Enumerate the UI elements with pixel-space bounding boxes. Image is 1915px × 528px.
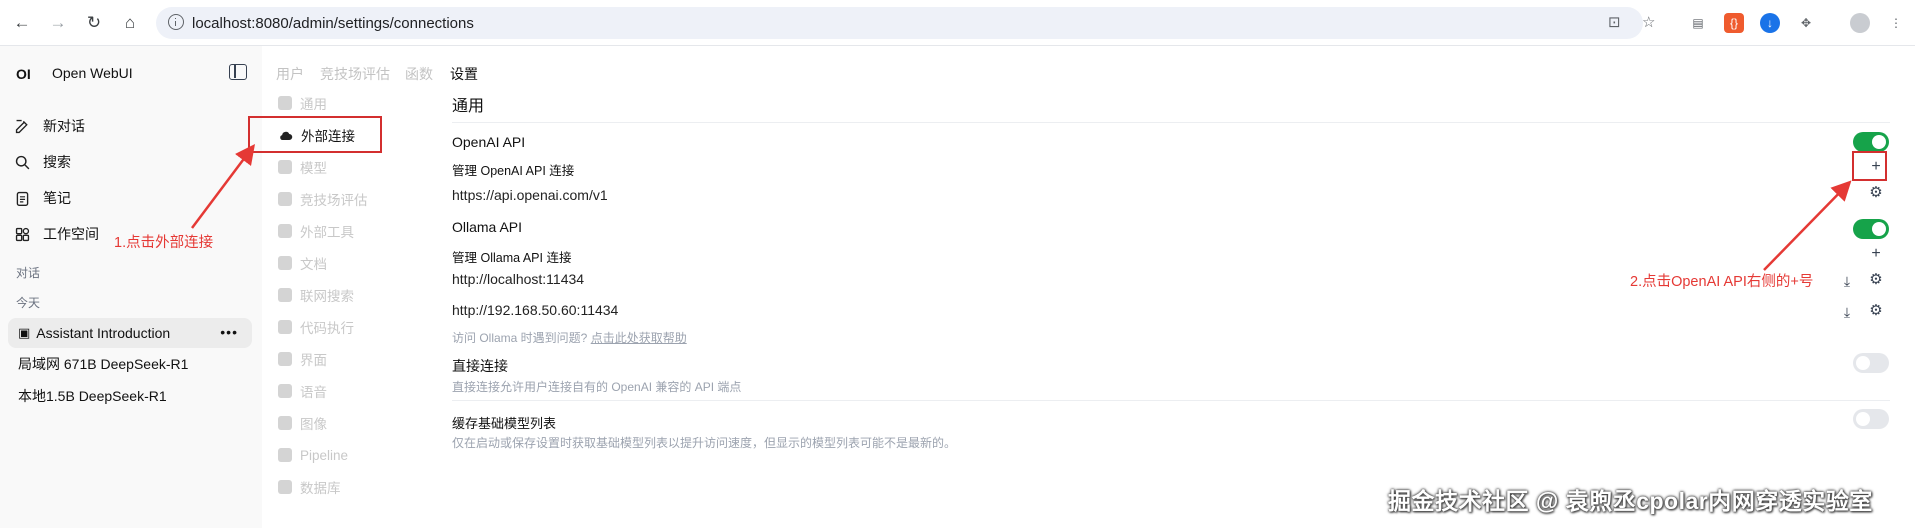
annotation-step-1: 1.点击外部连接 bbox=[114, 235, 214, 251]
arrow-to-connections bbox=[191, 144, 255, 229]
watermark: 掘金技术社区 @ 袁煦丞cpolar内网穿透实验室 bbox=[1388, 488, 1873, 514]
arrow-to-add-button bbox=[1763, 180, 1852, 271]
annotation-arrows bbox=[191, 144, 1852, 271]
annotation-step-2: 2.点击OpenAI API右侧的+号 bbox=[1630, 274, 1814, 290]
